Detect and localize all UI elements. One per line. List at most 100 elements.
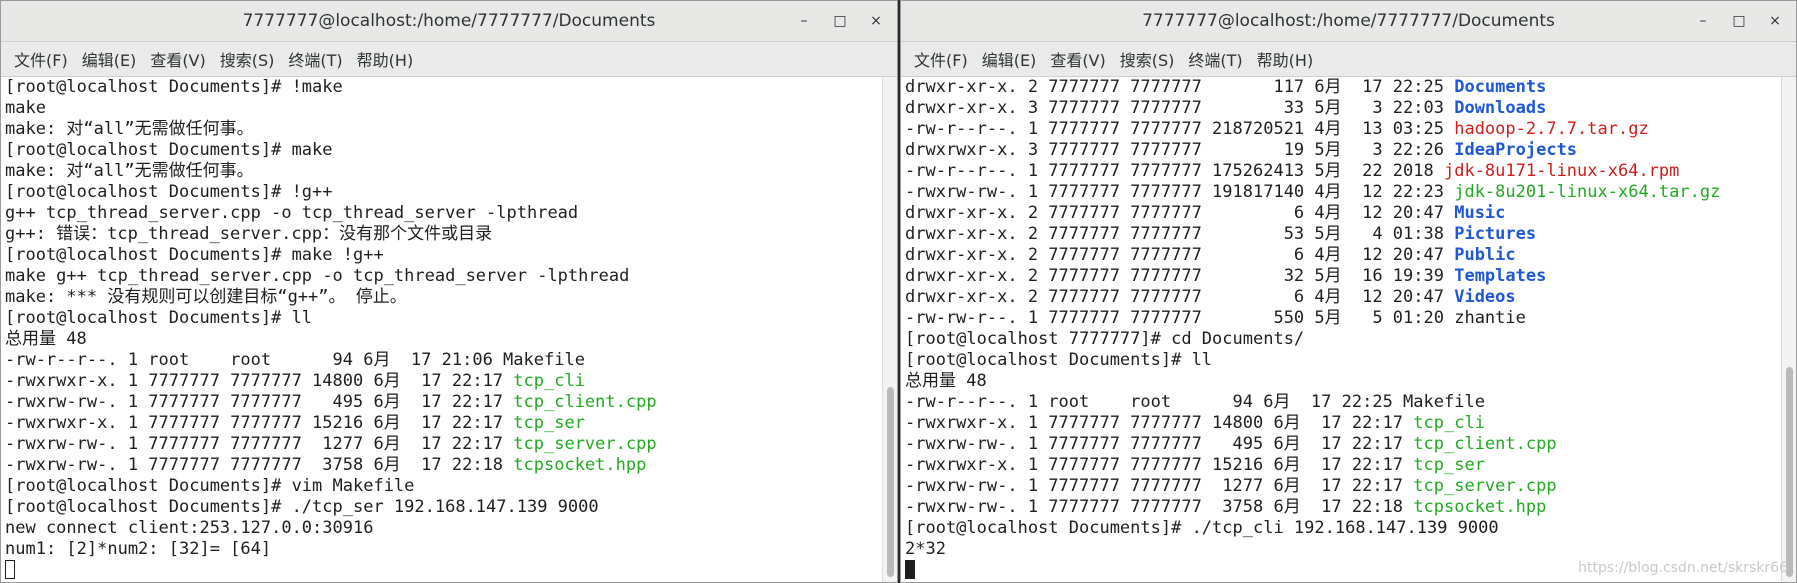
maximize-icon[interactable]: □ bbox=[829, 11, 851, 31]
terminal-window-left[interactable]: 7777777@localhost:/home/7777777/Document… bbox=[0, 0, 898, 583]
line-text: make: *** 没有规则可以创建目标“g++”。 停止。 bbox=[5, 287, 407, 307]
file-name: Templates bbox=[1454, 266, 1547, 286]
terminal-line: -rw-r--r--. 1 7777777 7777777 218720521 … bbox=[905, 119, 1782, 140]
menu-terminal[interactable]: 终端(T) bbox=[1181, 47, 1249, 71]
terminal-line: num1: [2]*num2: [32]= [64] bbox=[5, 539, 883, 560]
line-text: [root@localhost 7777777]# cd Documents/ bbox=[905, 329, 1305, 349]
line-text: drwxr-xr-x. 2 7777777 7777777 6 4月 12 20… bbox=[905, 203, 1455, 223]
terminal-line: drwxr-xr-x. 2 7777777 7777777 6 4月 12 20… bbox=[905, 203, 1782, 224]
terminal-line: -rw-r--r--. 1 root root 94 6月 17 22:25 M… bbox=[905, 392, 1782, 413]
menu-bar: 文件(F) 编辑(E) 查看(V) 搜索(S) 终端(T) 帮助(H) bbox=[901, 42, 1796, 77]
terminal-line: -rwxrw-rw-. 1 7777777 7777777 3758 6月 17… bbox=[905, 497, 1782, 518]
terminal-input-line[interactable] bbox=[5, 560, 883, 581]
terminal-line: [root@localhost Documents]# make bbox=[5, 140, 883, 161]
line-text: g++ tcp_thread_server.cpp -o tcp_thread_… bbox=[5, 203, 579, 223]
line-text: num1: [2]*num2: [32]= [64] bbox=[5, 539, 272, 559]
watermark: https://blog.csdn.net/skrskr66 bbox=[1578, 560, 1788, 576]
terminal-line: -rwxrw-rw-. 1 7777777 7777777 1277 6月 17… bbox=[905, 476, 1782, 497]
terminal-window-right[interactable]: 7777777@localhost:/home/7777777/Document… bbox=[900, 0, 1797, 583]
line-text: -rwxrw-rw-. 1 7777777 7777777 495 6月 17 … bbox=[5, 392, 514, 412]
terminal-line: drwxrwxr-x. 3 7777777 7777777 19 5月 3 22… bbox=[905, 140, 1782, 161]
minimize-icon[interactable]: – bbox=[793, 11, 815, 31]
line-text: make: 对“all”无需做任何事。 bbox=[5, 119, 254, 139]
file-name: tcp_server.cpp bbox=[1413, 476, 1557, 496]
terminal-line: make g++ tcp_thread_server.cpp -o tcp_th… bbox=[5, 266, 883, 287]
terminal-line: make: 对“all”无需做任何事。 bbox=[5, 161, 883, 182]
terminal-line: [root@localhost Documents]# !g++ bbox=[5, 182, 883, 203]
terminal-line: -rwxrw-rw-. 1 7777777 7777777 495 6月 17 … bbox=[5, 392, 883, 413]
title-bar[interactable]: 7777777@localhost:/home/7777777/Document… bbox=[901, 1, 1796, 42]
line-text: [root@localhost Documents]# !make bbox=[5, 77, 343, 97]
file-name: IdeaProjects bbox=[1454, 140, 1578, 160]
line-text: Makefile bbox=[1403, 392, 1485, 412]
scrollbar[interactable] bbox=[1781, 77, 1796, 582]
terminal-line: [root@localhost 7777777]# cd Documents/ bbox=[905, 329, 1782, 350]
terminal-output[interactable]: [root@localhost Documents]# !make make mak… bbox=[1, 77, 883, 582]
terminal-line: -rwxrw-rw-. 1 7777777 7777777 191817140 … bbox=[905, 182, 1782, 203]
file-name: tcp_ser bbox=[513, 413, 585, 433]
scroll-thumb[interactable] bbox=[887, 387, 894, 577]
line-text: make g++ tcp_thread_server.cpp -o tcp_th… bbox=[5, 266, 630, 286]
terminal-line: [root@localhost Documents]# ll bbox=[905, 350, 1782, 371]
file-name: Videos bbox=[1454, 287, 1516, 307]
line-text: drwxr-xr-x. 2 7777777 7777777 32 5月 16 1… bbox=[905, 266, 1455, 286]
line-text: -rwxrw-rw-. 1 7777777 7777777 1277 6月 17… bbox=[5, 434, 514, 454]
line-text: -rwxrwxr-x. 1 7777777 7777777 15216 6月 1… bbox=[905, 455, 1414, 475]
file-name: hadoop-2.7.7.tar.gz bbox=[1454, 119, 1649, 139]
line-text: 2*32 bbox=[905, 539, 946, 559]
scroll-thumb[interactable] bbox=[1786, 367, 1793, 577]
close-icon[interactable]: × bbox=[865, 11, 887, 31]
terminal-line: g++: 错误：tcp_thread_server.cpp：没有那个文件或目录 bbox=[5, 224, 883, 245]
menu-file[interactable]: 文件(F) bbox=[7, 47, 75, 71]
terminal-line: [root@localhost Documents]# !make bbox=[5, 77, 883, 98]
menu-edit[interactable]: 编辑(E) bbox=[975, 47, 1044, 71]
menu-view[interactable]: 查看(V) bbox=[143, 47, 212, 71]
line-text: drwxr-xr-x. 2 7777777 7777777 53 5月 4 01… bbox=[905, 224, 1455, 244]
terminal-line: [root@localhost Documents]# ./tcp_ser 19… bbox=[5, 497, 883, 518]
file-name: tcp_client.cpp bbox=[1413, 434, 1557, 454]
terminal-line: 总用量 48 bbox=[905, 371, 1782, 392]
terminal-line: drwxr-xr-x. 2 7777777 7777777 53 5月 4 01… bbox=[905, 224, 1782, 245]
menu-search[interactable]: 搜索(S) bbox=[1113, 47, 1182, 71]
line-text: 总用量 48 bbox=[905, 371, 987, 391]
terminal-line: make bbox=[5, 98, 883, 119]
file-name: Documents bbox=[1454, 77, 1547, 97]
terminal-line: drwxr-xr-x. 2 7777777 7777777 32 5月 16 1… bbox=[905, 266, 1782, 287]
text-cursor bbox=[5, 560, 15, 579]
window-title: 7777777@localhost:/home/7777777/Document… bbox=[242, 11, 656, 31]
title-bar[interactable]: 7777777@localhost:/home/7777777/Document… bbox=[1, 1, 897, 42]
line-text: -rwxrwxr-x. 1 7777777 7777777 15216 6月 1… bbox=[5, 413, 514, 433]
line-text: -rwxrw-rw-. 1 7777777 7777777 3758 6月 17… bbox=[5, 455, 514, 475]
terminal-line: -rwxrwxr-x. 1 7777777 7777777 15216 6月 1… bbox=[5, 413, 883, 434]
terminal-line: new connect client:253.127.0.0:30916 bbox=[5, 518, 883, 539]
line-text: -rw-rw-r--. 1 7777777 7777777 550 5月 5 0… bbox=[905, 308, 1455, 328]
maximize-icon[interactable]: □ bbox=[1728, 11, 1750, 31]
file-name: tcp_cli bbox=[1413, 413, 1485, 433]
menu-help[interactable]: 帮助(H) bbox=[1250, 47, 1321, 71]
menu-edit[interactable]: 编辑(E) bbox=[75, 47, 144, 71]
terminal-line: -rw-r--r--. 1 root root 94 6月 17 21:06 M… bbox=[5, 350, 883, 371]
line-text: drwxr-xr-x. 2 7777777 7777777 6 4月 12 20… bbox=[905, 287, 1455, 307]
menu-search[interactable]: 搜索(S) bbox=[213, 47, 282, 71]
line-text: -rwxrw-rw-. 1 7777777 7777777 495 6月 17 … bbox=[905, 434, 1414, 454]
terminal-line: -rwxrwxr-x. 1 7777777 7777777 15216 6月 1… bbox=[905, 455, 1782, 476]
line-text: zhantie bbox=[1454, 308, 1526, 328]
terminal-output[interactable]: drwxr-xr-x. 2 7777777 7777777 117 6月 17 … bbox=[901, 77, 1782, 582]
minimize-icon[interactable]: – bbox=[1692, 11, 1714, 31]
close-icon[interactable]: × bbox=[1764, 11, 1786, 31]
menu-help[interactable]: 帮助(H) bbox=[350, 47, 421, 71]
terminal-line: g++ tcp_thread_server.cpp -o tcp_thread_… bbox=[5, 203, 883, 224]
file-name: Pictures bbox=[1454, 224, 1537, 244]
menu-terminal[interactable]: 终端(T) bbox=[281, 47, 349, 71]
menu-view[interactable]: 查看(V) bbox=[1043, 47, 1112, 71]
line-text: drwxr-xr-x. 2 7777777 7777777 117 6月 17 … bbox=[905, 77, 1455, 97]
text-cursor bbox=[905, 560, 915, 579]
menu-file[interactable]: 文件(F) bbox=[907, 47, 975, 71]
line-text: [root@localhost Documents]# make !g++ bbox=[5, 245, 384, 265]
terminal-line: drwxr-xr-x. 2 7777777 7777777 6 4月 12 20… bbox=[905, 245, 1782, 266]
line-text: drwxrwxr-x. 3 7777777 7777777 19 5月 3 22… bbox=[905, 140, 1455, 160]
scrollbar[interactable] bbox=[882, 77, 897, 582]
terminal-line: -rwxrw-rw-. 1 7777777 7777777 495 6月 17 … bbox=[905, 434, 1782, 455]
window-title: 7777777@localhost:/home/7777777/Document… bbox=[1142, 11, 1555, 31]
line-text: [root@localhost Documents]# ./tcp_cli 19… bbox=[905, 518, 1499, 538]
